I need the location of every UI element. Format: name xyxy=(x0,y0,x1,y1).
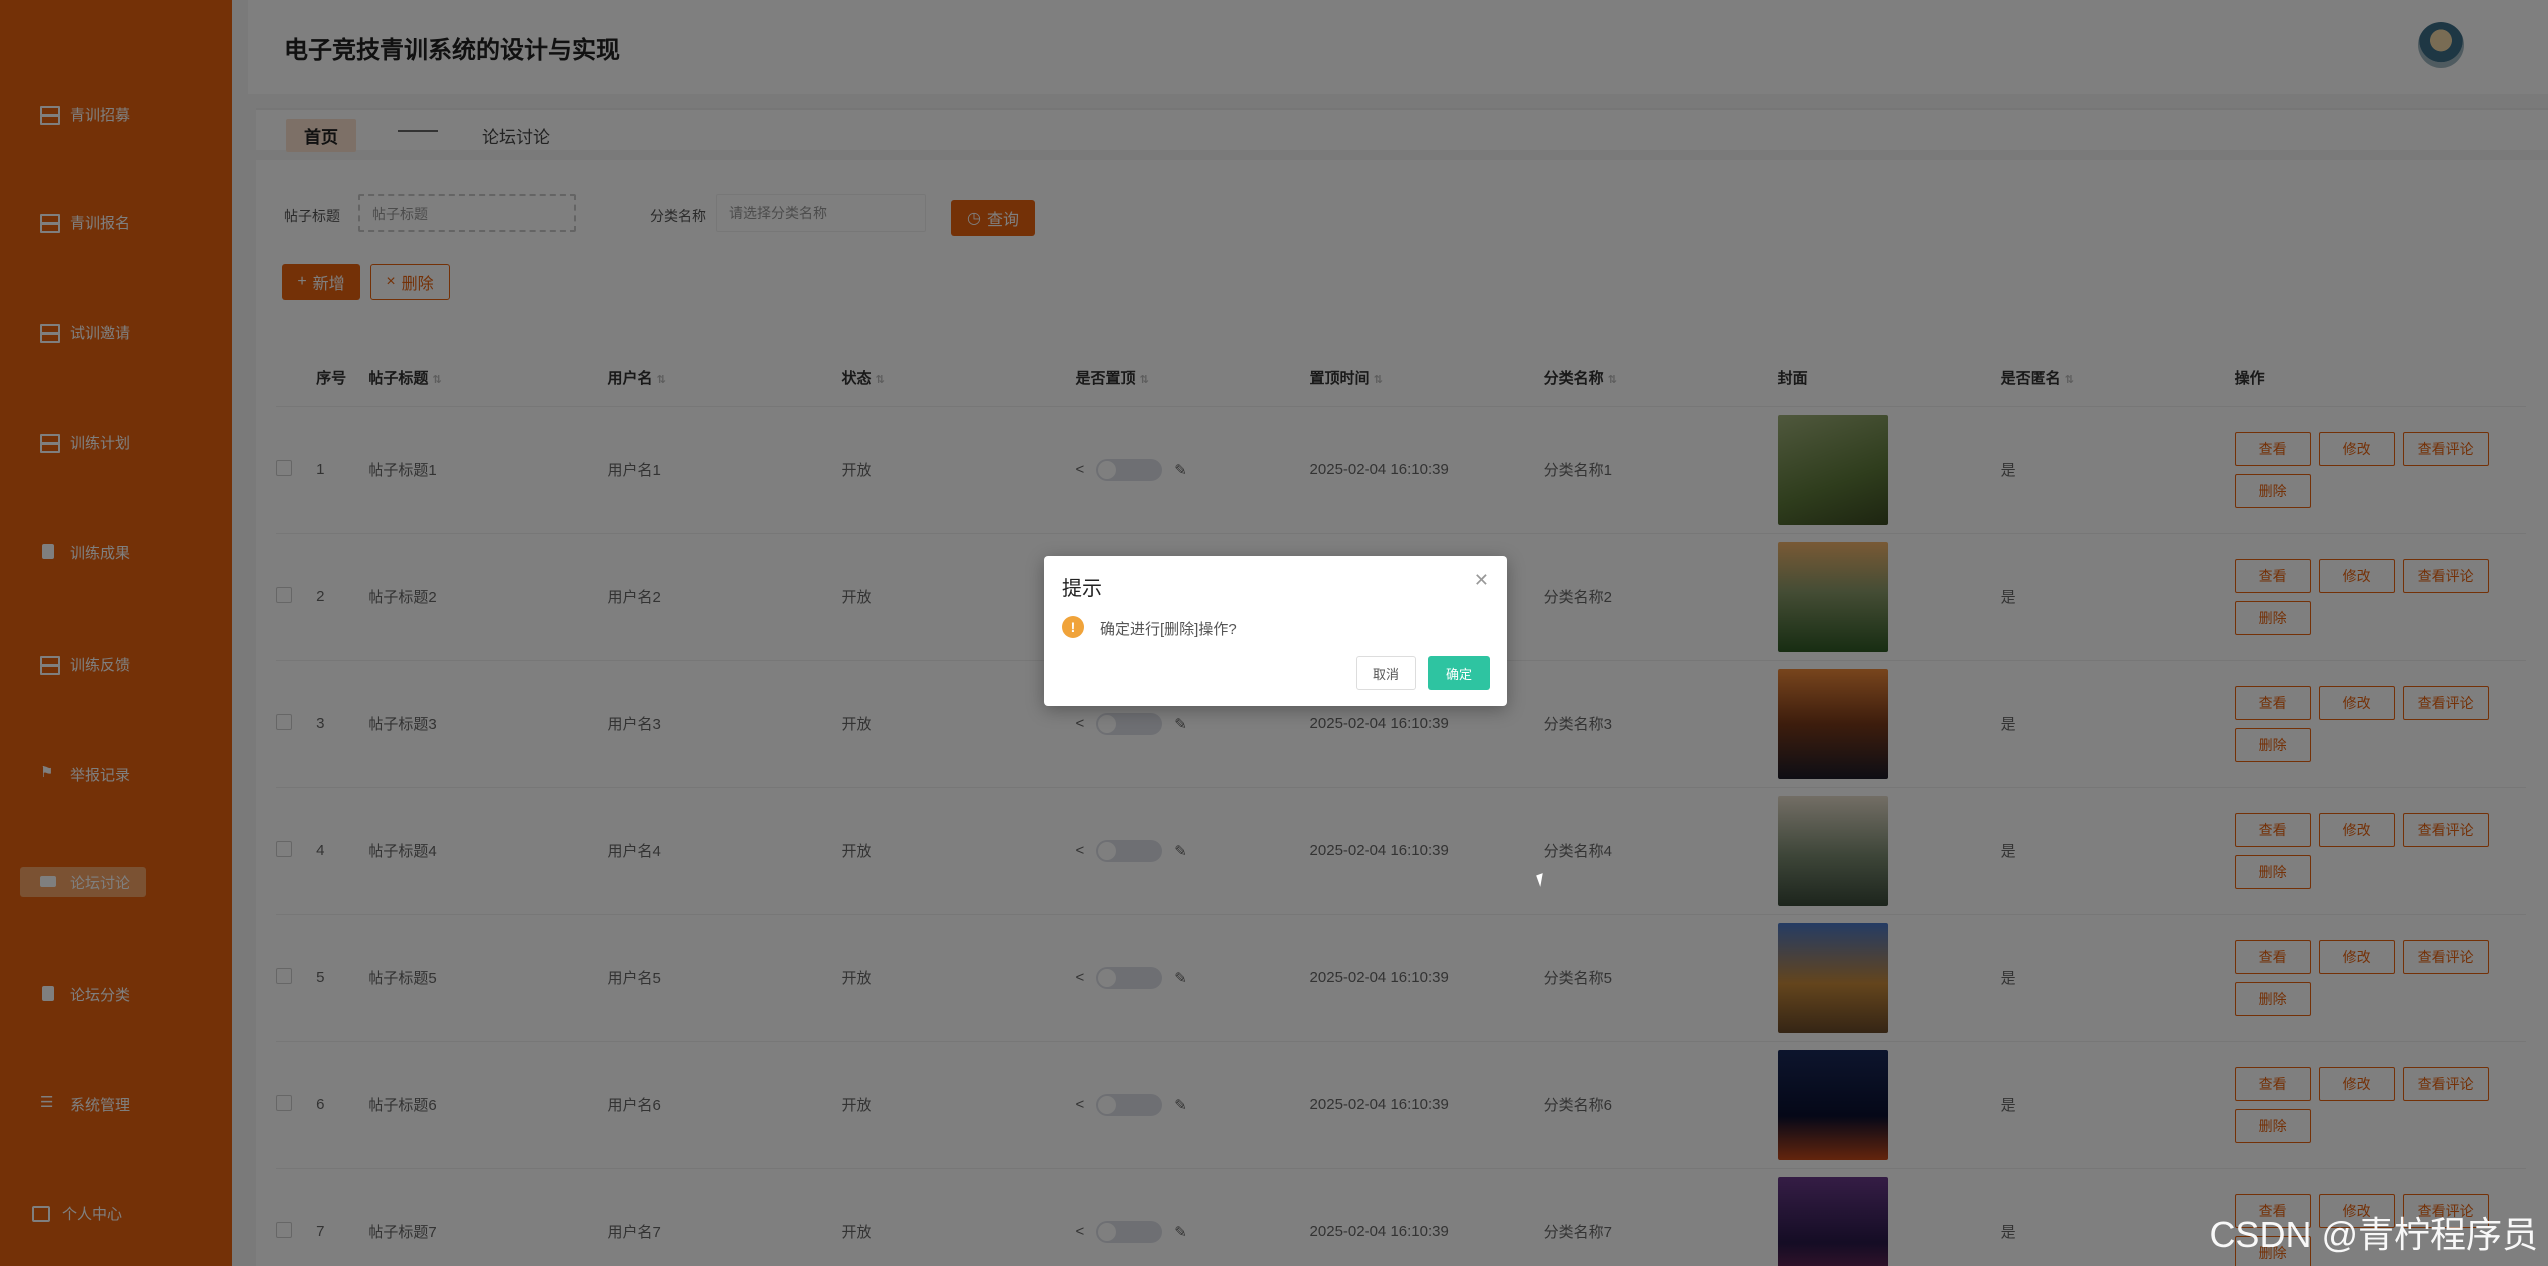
dialog-message: 确定进行[删除]操作? xyxy=(1100,621,1237,638)
cancel-button[interactable]: 取消 xyxy=(1356,656,1416,690)
confirm-dialog: 提示 ✕ ! 确定进行[删除]操作? 取消 确定 xyxy=(1044,556,1507,706)
watermark: CSDN @青柠程序员 xyxy=(2209,1214,2538,1255)
dialog-title: 提示 xyxy=(1062,578,1102,600)
confirm-button[interactable]: 确定 xyxy=(1428,656,1490,690)
close-icon[interactable]: ✕ xyxy=(1474,570,1489,591)
warning-icon: ! xyxy=(1062,616,1084,638)
